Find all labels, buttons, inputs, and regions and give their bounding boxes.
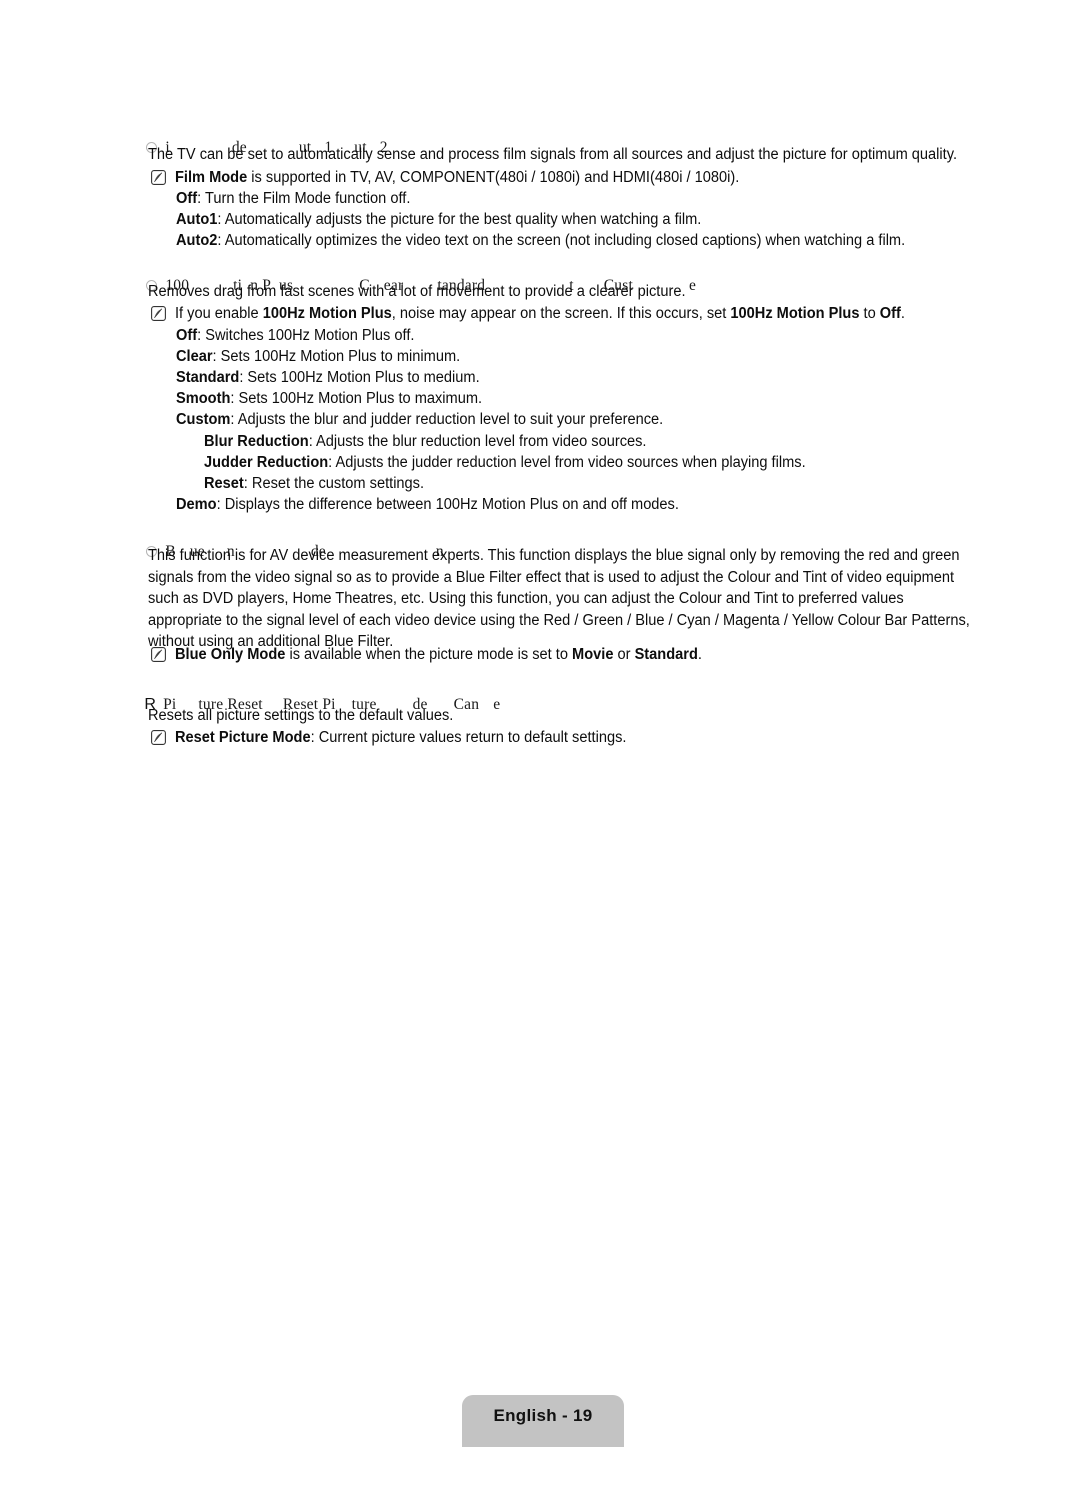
picture-reset-note: Reset Picture Mode: Current picture valu… [151, 727, 648, 748]
note-bold-term: Movie [572, 646, 614, 663]
heading-fragment: e [493, 696, 501, 713]
film-mode-note: Film Mode is supported in TV, AV, COMPON… [151, 167, 766, 188]
option-desc: : Automatically optimizes the video text… [217, 232, 906, 249]
motion-plus-sub-blur-reduction: Blur Reduction: Adjusts the blur reducti… [204, 431, 646, 452]
option-term: Demo [176, 496, 217, 513]
note-bold-term: Off [879, 305, 901, 322]
option-desc: : Switches 100Hz Motion Plus off. [197, 327, 415, 344]
note-mid2: or [613, 646, 635, 663]
option-term: Blur Reduction [204, 433, 309, 450]
manual-page: i de ut 1 ut 2 The TV can be set to automatic… [0, 0, 1080, 1488]
blue-only-mode-paragraph: This function is for AV device measureme… [148, 547, 970, 650]
picture-reset-intro: Resets all picture settings to the defau… [148, 707, 454, 724]
note-pen-icon [151, 170, 166, 185]
note-bold-term: 100Hz Motion Plus [262, 305, 392, 322]
motion-plus-option-smooth: Smooth: Sets 100Hz Motion Plus to maximu… [176, 388, 482, 409]
option-desc: : Adjusts the judder reduction level fro… [328, 454, 806, 471]
option-term: Smooth [176, 390, 231, 407]
note-text: Blue Only Mode is available when the pic… [175, 644, 702, 665]
note-bold-term: Film Mode [175, 169, 248, 186]
motion-plus-option-off: Off: Switches 100Hz Motion Plus off. [176, 325, 414, 346]
option-desc: : Reset the custom settings. [243, 475, 425, 492]
option-term: Off [176, 190, 198, 207]
option-desc: : Displays the difference between 100Hz … [216, 496, 679, 513]
option-term: Judder Reduction [204, 454, 329, 471]
film-mode-option-auto1: Auto1: Automatically adjusts the picture… [176, 209, 701, 230]
film-mode-option-auto2: Auto2: Automatically optimizes the video… [176, 230, 905, 251]
note-bold-term: Blue Only Mode [175, 646, 286, 663]
option-term: Clear [176, 348, 213, 365]
option-desc: : Sets 100Hz Motion Plus to maximum. [230, 390, 483, 407]
option-desc: : Sets 100Hz Motion Plus to minimum. [212, 348, 461, 365]
motion-plus-option-clear: Clear: Sets 100Hz Motion Plus to minimum… [176, 346, 460, 367]
motion-plus-sub-judder-reduction: Judder Reduction: Adjusts the judder red… [204, 452, 806, 473]
note-text: If you enable 100Hz Motion Plus, noise m… [175, 303, 905, 324]
blue-only-mode-note: Blue Only Mode is available when the pic… [151, 644, 727, 665]
note-bold-term: Standard [634, 646, 698, 663]
motion-plus-option-custom: Custom: Adjusts the blur and judder redu… [176, 409, 663, 430]
film-mode-option-off: Off: Turn the Film Mode function off. [176, 188, 410, 209]
note-pre: If you enable [175, 305, 263, 322]
option-desc: : Adjusts the blur and judder reduction … [230, 411, 664, 428]
motion-plus-note: If you enable 100Hz Motion Plus, noise m… [151, 303, 939, 324]
note-mid: , noise may appear on the screen. If thi… [391, 305, 731, 322]
motion-plus-intro: Removes drag from fast scenes with a lot… [148, 283, 686, 300]
note-text: Reset Picture Mode: Current picture valu… [175, 727, 626, 748]
motion-plus-option-demo: Demo: Displays the difference between 10… [176, 494, 679, 515]
note-bold-term: Reset Picture Mode [175, 729, 311, 746]
note-end: . [697, 646, 702, 663]
option-term: Auto1 [176, 211, 218, 228]
option-term: Auto2 [176, 232, 218, 249]
motion-plus-option-standard: Standard: Sets 100Hz Motion Plus to medi… [176, 367, 480, 388]
option-term: Custom [176, 411, 231, 428]
note-bold-term: 100Hz Motion Plus [730, 305, 860, 322]
note-pen-icon [151, 306, 166, 321]
option-desc: : Adjusts the blur reduction level from … [308, 433, 647, 450]
page-footer-badge: English - 19 [462, 1395, 624, 1447]
option-term: Standard [176, 369, 240, 386]
note-text: Film Mode is supported in TV, AV, COMPON… [175, 167, 739, 188]
option-term: Off [176, 327, 198, 344]
option-desc: : Automatically adjusts the picture for … [217, 211, 702, 228]
option-desc: : Sets 100Hz Motion Plus to medium. [239, 369, 480, 386]
film-mode-intro: The TV can be set to automatically sense… [148, 146, 958, 163]
heading-fragment: Can [453, 696, 480, 713]
note-rest: is supported in TV, AV, COMPONENT(480i /… [247, 169, 740, 186]
motion-plus-sub-reset: Reset: Reset the custom settings. [204, 473, 424, 494]
page-number-label: English - 19 [493, 1406, 593, 1425]
note-mid: is available when the picture mode is se… [285, 646, 573, 663]
note-pen-icon [151, 730, 166, 745]
note-mid2: to [859, 305, 880, 322]
heading-fragment: e [688, 277, 697, 294]
option-desc: : Turn the Film Mode function off. [197, 190, 411, 207]
option-term: Reset [204, 475, 244, 492]
note-end: : Current picture values return to defau… [310, 729, 627, 746]
note-end: . [900, 305, 905, 322]
note-pen-icon [151, 647, 166, 662]
